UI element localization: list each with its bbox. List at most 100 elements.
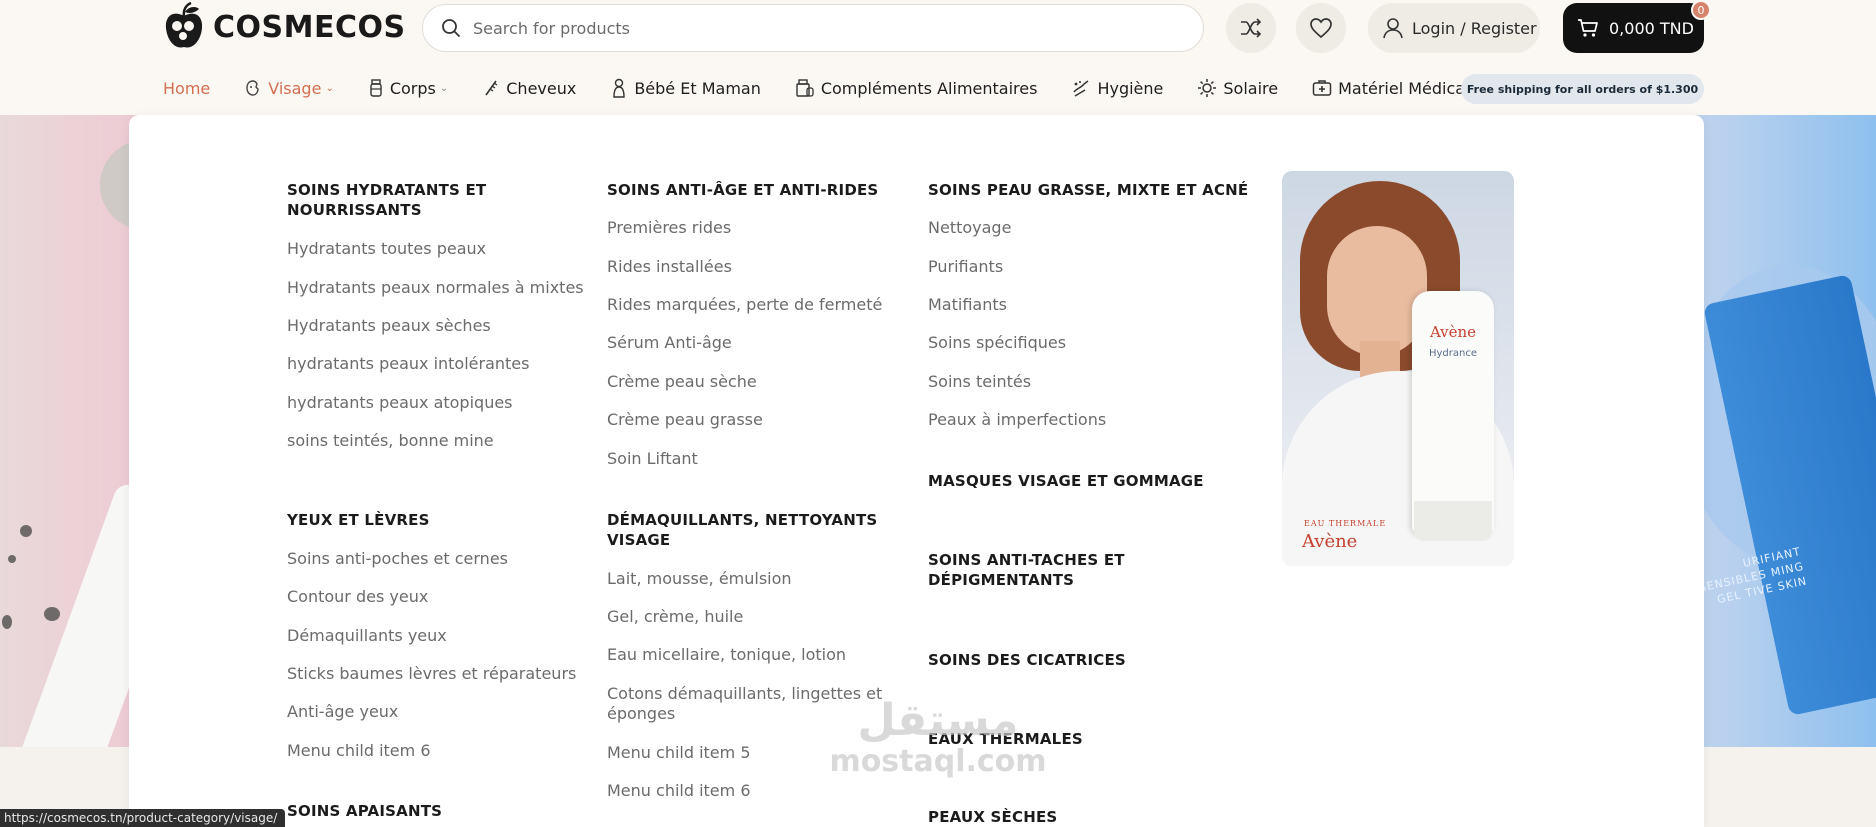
menu-link[interactable]: Menu child item 5 [607,743,751,763]
menu-link[interactable]: Nettoyage [928,218,1011,238]
promo-banner-avene[interactable]: Avène Hydrance EAU THERMALE Avène [1282,171,1514,566]
watermark-latin: mostaql.com [829,744,1047,779]
menu-heading-soins-apaisants[interactable]: SOINS APAISANTS [287,801,442,821]
logo[interactable]: COSMECOS [163,2,406,52]
menu-link[interactable]: Anti-âge yeux [287,702,398,722]
menu-link[interactable]: Crème peau sèche [607,372,757,392]
shuffle-icon [1241,18,1262,38]
menu-link[interactable]: Crème peau grasse [607,410,763,430]
search-input[interactable] [473,18,1173,38]
menu-heading-anti-taches[interactable]: SOINS ANTI-TACHES ET DÉPIGMENTANTS [928,550,1168,590]
menu-link[interactable]: Lait, mousse, émulsion [607,569,792,589]
chevron-down-icon: ⌄ [325,82,334,94]
bottle-icon [370,79,382,97]
menu-link[interactable]: hydratants peaux atopiques [287,393,513,413]
promo-product-brand: Avène [1429,323,1477,341]
menu-heading-peau-grasse[interactable]: SOINS PEAU GRASSE, MIXTE ET ACNÉ [928,180,1248,200]
nav-item-solaire[interactable]: Solaire [1197,78,1278,98]
menu-link[interactable]: Contour des yeux [287,587,428,607]
menu-link[interactable]: Rides marquées, perte de fermeté [607,295,882,315]
menu-link[interactable]: Soin Liftant [607,449,698,469]
hygiene-icon [1073,80,1089,97]
promo-brand-logo: Avène [1302,531,1358,552]
logo-apple-icon [165,2,203,48]
menu-link[interactable]: Sérum Anti-âge [607,333,732,353]
baby-icon [613,78,626,98]
nav-item-cheveux[interactable]: Cheveux [482,79,576,98]
nav-label: Matériel Médical [1338,78,1470,98]
nav-item-bebe-maman[interactable]: Bébé Et Maman [610,78,761,98]
nav-label: Home [163,78,211,98]
search-bar[interactable] [422,4,1204,52]
search-icon [442,19,460,37]
menu-link[interactable]: Menu child item 6 [607,781,751,801]
menu-heading-anti-age[interactable]: SOINS ANTI-ÂGE ET ANTI-RIDES [607,180,878,200]
menu-link[interactable]: Menu child item 6 [287,741,431,761]
promo-product-cap [1414,501,1492,541]
menu-link[interactable]: Rides installées [607,257,732,277]
menu-link[interactable]: Matifiants [928,295,1007,315]
logo-text: COSMECOS [213,9,406,45]
status-bar-url: https://cosmecos.tn/product-category/vis… [0,809,286,827]
watermark: مستقل mostaql.com [828,697,1048,779]
promo-tagline: EAU THERMALE [1304,519,1387,528]
nav-item-materiel-medical[interactable]: Matériel Médical [1312,78,1470,98]
menu-link[interactable]: hydratants peaux intolérantes [287,354,529,374]
watermark-arabic: مستقل [857,695,1019,746]
cart-icon [1578,19,1598,37]
nav-item-visage[interactable]: Visage ⌄ [244,79,334,98]
menu-link[interactable]: Hydratants toutes peaux [287,239,486,259]
menu-link[interactable]: Démaquillants yeux [287,626,447,646]
menu-link[interactable]: Peaux à imperfections [928,410,1106,430]
hero-decoration [8,555,16,563]
menu-heading-soins-hydratants[interactable]: SOINS HYDRATANTS ET NOURRISSANTS [287,180,517,220]
heart-icon [1310,18,1332,39]
compare-button[interactable] [1226,3,1276,53]
medical-kit-icon [1312,80,1332,96]
sun-icon [1198,79,1217,97]
menu-heading-yeux-levres[interactable]: YEUX ET LÈVRES [287,510,430,530]
menu-link[interactable]: soins teintés, bonne mine [287,431,494,451]
nav-label: Compléments Alimentaires [820,78,1038,98]
menu-heading-masques[interactable]: MASQUES VISAGE ET GOMMAGE [928,471,1204,491]
hero-decoration [44,607,60,621]
menu-link[interactable]: Eau micellaire, tonique, lotion [607,645,846,665]
nav-label: Bébé Et Maman [634,78,761,98]
cart-count-badge: 0 [1691,0,1711,20]
menu-link[interactable]: Purifiants [928,257,1003,277]
promo-product-name: Hydrance [1428,348,1477,359]
menu-heading-cicatrices[interactable]: SOINS DES CICATRICES [928,650,1126,670]
free-shipping-banner: Free shipping for all orders of $1.300 [1461,74,1704,104]
cart-total: 0,000 TND [1609,18,1694,38]
visage-mega-menu: SOINS HYDRATANTS ET NOURRISSANTS Hydrata… [129,115,1704,827]
nav-item-complements[interactable]: Compléments Alimentaires [795,78,1038,98]
cart-button[interactable]: 0,000 TND [1563,3,1704,53]
login-label: Login / Register [1412,18,1537,38]
nav-item-hygiene[interactable]: Hygiène [1071,78,1163,98]
nav-label: Corps [389,78,436,98]
menu-link[interactable]: Soins spécifiques [928,333,1066,353]
nav-label: Visage [268,78,322,98]
menu-heading-peaux-seches[interactable]: PEAUX SÈCHES [928,807,1057,827]
menu-link[interactable]: Hydratants peaux normales à mixtes [287,278,584,298]
menu-heading-demaquillants[interactable]: DÉMAQUILLANTS, NETTOYANTS VISAGE [607,510,887,550]
nav-item-home[interactable]: Home [163,79,210,98]
menu-link[interactable]: Soins anti-poches et cernes [287,549,508,569]
menu-link[interactable]: Soins teintés [928,372,1031,392]
main-nav: Home Visage ⌄ Corps ⌄ Cheveux Bébé Et Ma… [163,73,1504,103]
nav-label: Hygiène [1097,78,1164,98]
menu-link[interactable]: Premières rides [607,218,731,238]
nav-item-corps[interactable]: Corps ⌄ [368,79,448,98]
supplement-icon [796,79,814,97]
user-icon [1383,18,1403,39]
menu-link[interactable]: Sticks baumes lèvres et réparateurs [287,664,576,684]
nav-label: Cheveux [506,78,577,98]
site-header: COSMECOS Login / Register [0,0,1876,115]
hero-decoration [20,525,32,537]
comb-icon [485,80,498,96]
wishlist-button[interactable] [1296,3,1346,53]
login-register-button[interactable]: Login / Register [1368,3,1540,53]
menu-link[interactable]: Gel, crème, huile [607,607,743,627]
menu-link[interactable]: Hydratants peaux sèches [287,316,491,336]
hero-decoration [2,615,12,629]
